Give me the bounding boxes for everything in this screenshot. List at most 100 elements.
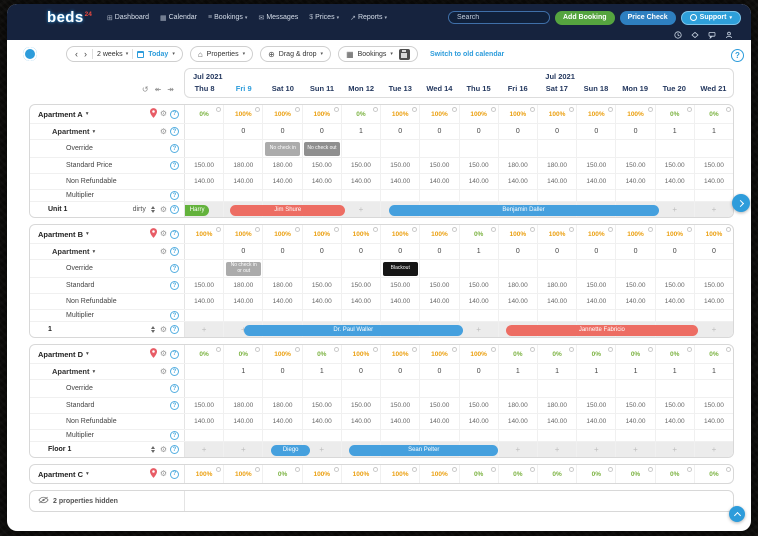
rate-cell[interactable]: 140.00 <box>694 294 733 309</box>
booking-cell[interactable]: + <box>655 202 694 217</box>
rate-cell[interactable] <box>459 140 498 157</box>
tour-bullseye-icon[interactable] <box>23 47 37 61</box>
help-icon[interactable]: ? <box>170 127 179 136</box>
day-header[interactable]: Sun 11 <box>302 82 341 97</box>
rate-cell[interactable]: 140.00 <box>223 294 262 309</box>
rate-cell[interactable]: 180.00 <box>223 278 262 293</box>
rate-cell[interactable]: 140.00 <box>262 294 301 309</box>
availability-cell[interactable]: 1 <box>302 364 341 379</box>
gear-icon[interactable]: ⚙ <box>160 110 167 118</box>
rate-cell[interactable] <box>655 190 694 201</box>
help-icon[interactable]: ? <box>170 325 179 334</box>
rate-cell[interactable] <box>262 310 301 321</box>
availability-cell[interactable]: 0 <box>655 244 694 259</box>
rate-cell[interactable]: 150.00 <box>419 398 458 413</box>
rate-cell[interactable] <box>380 310 419 321</box>
search-input[interactable] <box>448 11 550 24</box>
room-type-name[interactable]: Apartment <box>38 127 90 136</box>
support-button[interactable]: Support ▾ <box>681 11 741 25</box>
availability-cell[interactable]: 0 <box>459 364 498 379</box>
next-arrow-icon[interactable]: › <box>83 49 88 59</box>
add-booking-plus-icon[interactable]: + <box>594 445 599 454</box>
gear-icon[interactable]: ⚙ <box>160 128 167 136</box>
rate-cell[interactable]: 140.00 <box>341 174 380 189</box>
chevron-down-icon[interactable]: ▾ <box>172 51 175 57</box>
nav-item-dashboard[interactable]: ⊞Dashboard <box>107 14 149 22</box>
availability-cell[interactable]: 0 <box>380 244 419 259</box>
stepper-icon[interactable] <box>151 206 155 214</box>
gear-icon[interactable]: ⚙ <box>160 470 167 478</box>
rate-cell[interactable]: 140.00 <box>576 294 615 309</box>
rate-cell[interactable] <box>223 430 262 441</box>
rate-cell[interactable] <box>615 260 654 277</box>
rate-cell[interactable]: 140.00 <box>655 174 694 189</box>
help-icon[interactable]: ? <box>170 350 179 359</box>
add-booking-plus-icon[interactable]: + <box>633 445 638 454</box>
rate-cell[interactable]: 180.00 <box>223 158 262 173</box>
rate-cell[interactable] <box>419 430 458 441</box>
day-header[interactable]: Thu 15 <box>459 82 498 97</box>
rate-cell[interactable] <box>302 190 341 201</box>
booking-bar[interactable]: Dr. Paul Waller <box>244 325 463 336</box>
room-type-name[interactable]: Apartment <box>38 367 90 376</box>
gear-icon[interactable]: ⚙ <box>160 350 167 358</box>
rate-cell[interactable]: 140.00 <box>185 294 223 309</box>
help-icon[interactable]: ? <box>170 191 179 200</box>
help-icon[interactable]: ? <box>170 367 179 376</box>
availability-cell[interactable]: 0 <box>262 244 301 259</box>
availability-cell[interactable]: 0 <box>615 244 654 259</box>
availability-cell[interactable]: 1 <box>498 364 537 379</box>
rate-cell[interactable] <box>498 380 537 397</box>
rate-cell[interactable] <box>380 140 419 157</box>
rate-cell[interactable]: 140.00 <box>223 174 262 189</box>
properties-dropdown[interactable]: ⌂ Properties ▾ <box>190 46 253 62</box>
rate-cell[interactable] <box>341 190 380 201</box>
clock-icon[interactable] <box>674 31 682 39</box>
gear-icon[interactable]: ⚙ <box>160 206 167 214</box>
booking-cell[interactable]: + <box>185 322 223 337</box>
nav-item-prices[interactable]: $Prices▾ <box>309 14 339 21</box>
rate-cell[interactable] <box>694 380 733 397</box>
map-pin-icon[interactable] <box>150 228 157 240</box>
availability-cell[interactable]: 0 <box>537 124 576 139</box>
price-check-button[interactable]: Price Check <box>620 11 676 25</box>
rate-cell[interactable] <box>223 310 262 321</box>
availability-cell[interactable] <box>185 124 223 139</box>
unit-name[interactable]: 1 <box>38 326 52 333</box>
rate-cell[interactable] <box>655 430 694 441</box>
rate-cell[interactable] <box>380 190 419 201</box>
switch-old-calendar-link[interactable]: Switch to old calendar <box>430 51 504 58</box>
rate-cell[interactable]: 180.00 <box>498 278 537 293</box>
room-type-name[interactable]: Apartment <box>38 247 90 256</box>
help-icon[interactable]: ? <box>170 445 179 454</box>
rate-cell[interactable] <box>537 190 576 201</box>
booking-bar[interactable]: Sean Pelter <box>349 445 498 456</box>
gear-icon[interactable]: ⚙ <box>160 230 167 238</box>
rate-cell[interactable] <box>185 430 223 441</box>
rate-cell[interactable] <box>615 380 654 397</box>
rate-cell[interactable] <box>498 260 537 277</box>
dragdrop-dropdown[interactable]: ⊕ Drag & drop ▾ <box>260 46 331 62</box>
nav-item-reports[interactable]: ↗Reports▾ <box>350 14 387 22</box>
nav-item-bookings[interactable]: ≡Bookings▾ <box>208 14 247 21</box>
gear-icon[interactable]: ⚙ <box>160 446 167 454</box>
help-icon[interactable]: ? <box>170 247 179 256</box>
widgets-icon[interactable] <box>691 31 699 39</box>
help-circle-icon[interactable]: ? <box>731 49 744 62</box>
rate-cell[interactable]: 180.00 <box>262 398 301 413</box>
rate-cell[interactable] <box>694 190 733 201</box>
booking-bar[interactable]: Jannette Fabricio <box>506 325 698 336</box>
rate-cell[interactable]: 140.00 <box>498 174 537 189</box>
gear-icon[interactable]: ⚙ <box>160 248 167 256</box>
unit-status-select[interactable]: dirty <box>133 206 146 213</box>
property-name[interactable]: Apartment D <box>38 350 83 359</box>
rate-cell[interactable]: 140.00 <box>537 294 576 309</box>
rate-cell[interactable]: 140.00 <box>302 414 341 429</box>
hidden-properties-cell[interactable]: 2 properties hidden <box>30 491 185 511</box>
add-booking-button[interactable]: Add Booking <box>555 11 615 25</box>
rate-cell[interactable]: 140.00 <box>498 414 537 429</box>
rate-cell[interactable]: 140.00 <box>655 294 694 309</box>
availability-cell[interactable]: 1 <box>655 364 694 379</box>
availability-cell[interactable]: 1 <box>537 364 576 379</box>
rate-cell[interactable] <box>694 430 733 441</box>
